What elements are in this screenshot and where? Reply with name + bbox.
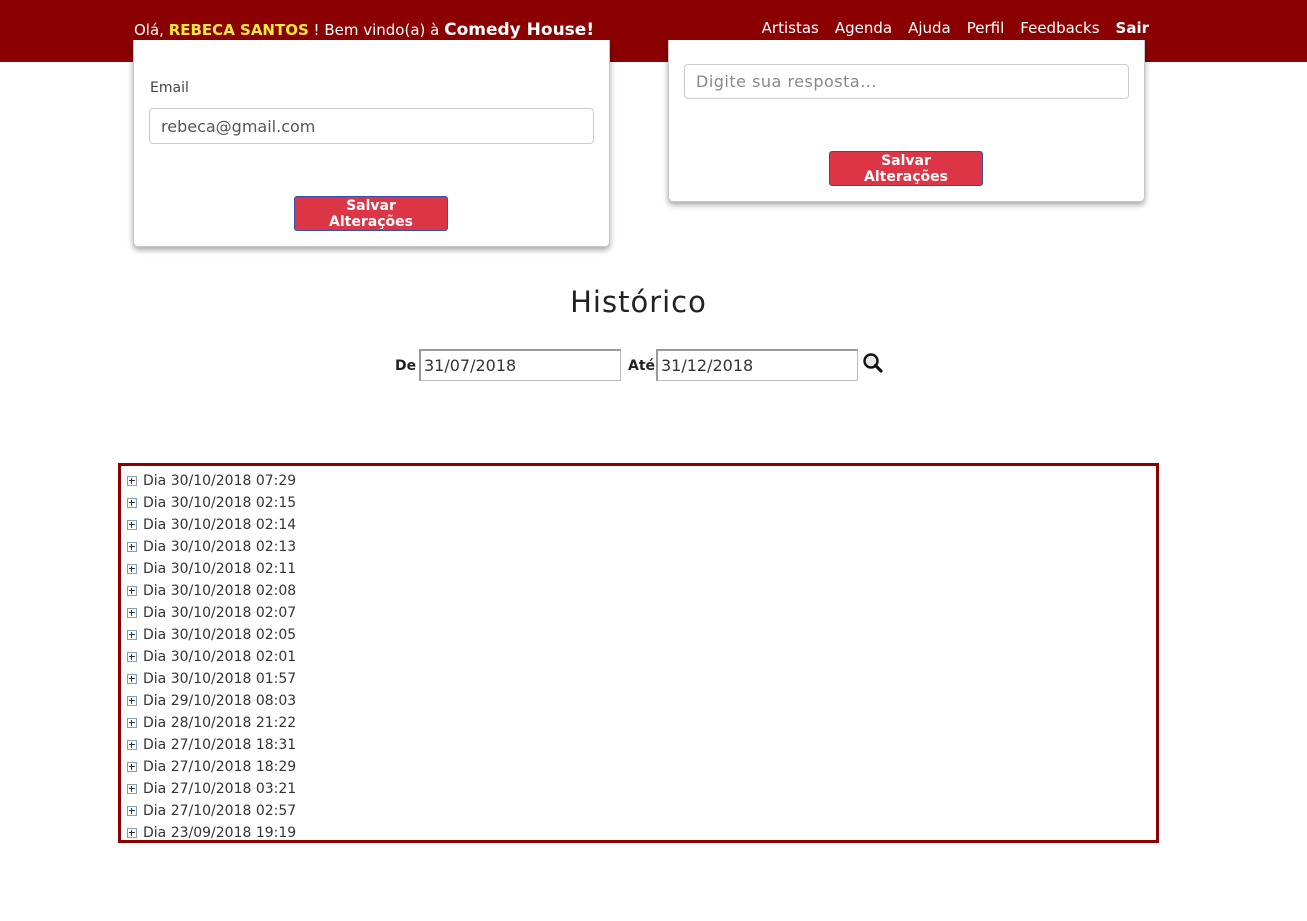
history-item[interactable]: Dia 28/10/2018 21:22 [127, 712, 1156, 734]
history-item-label: Dia 27/10/2018 02:57 [143, 803, 297, 819]
history-item-label: Dia 30/10/2018 02:07 [143, 605, 297, 621]
expand-icon[interactable] [127, 784, 137, 794]
from-label: De [395, 358, 417, 374]
history-item[interactable]: Dia 27/10/2018 02:57 [127, 800, 1156, 822]
email-field[interactable] [149, 108, 594, 144]
user-name: REBECA SANTOS [168, 21, 309, 39]
expand-icon[interactable] [127, 498, 137, 508]
history-item-label: Dia 30/10/2018 02:01 [143, 649, 297, 665]
answer-card: Salvar Alterações [668, 40, 1145, 202]
expand-icon[interactable] [127, 630, 137, 640]
history-item-label: Dia 27/10/2018 18:29 [143, 759, 297, 775]
history-item-label: Dia 30/10/2018 07:29 [143, 473, 297, 489]
expand-icon[interactable] [127, 542, 137, 552]
history-item[interactable]: Dia 27/10/2018 18:31 [127, 734, 1156, 756]
expand-icon[interactable] [127, 718, 137, 728]
save-answer-button[interactable]: Salvar Alterações [829, 151, 983, 186]
history-item[interactable]: Dia 30/10/2018 02:07 [127, 602, 1156, 624]
profile-card: Email Salvar Alterações [133, 40, 610, 247]
history-item[interactable]: Dia 23/09/2018 19:19 [127, 822, 1156, 844]
expand-icon[interactable] [127, 586, 137, 596]
history-item[interactable]: Dia 30/10/2018 02:05 [127, 624, 1156, 646]
expand-icon[interactable] [127, 608, 137, 618]
greeting-prefix: Olá, [134, 21, 169, 39]
from-date-input[interactable] [419, 349, 621, 381]
to-label: Até [628, 358, 656, 374]
history-item[interactable]: Dia 29/10/2018 08:03 [127, 690, 1156, 712]
expand-icon[interactable] [127, 696, 137, 706]
history-item-label: Dia 28/10/2018 21:22 [143, 715, 297, 731]
to-date-input[interactable] [656, 349, 858, 381]
history-item-label: Dia 27/10/2018 18:31 [143, 737, 297, 753]
expand-icon[interactable] [127, 476, 137, 486]
expand-icon[interactable] [127, 564, 137, 574]
expand-icon[interactable] [127, 674, 137, 684]
expand-icon[interactable] [127, 520, 137, 530]
history-item[interactable]: Dia 30/10/2018 02:01 [127, 646, 1156, 668]
expand-icon[interactable] [127, 740, 137, 750]
history-item-label: Dia 23/09/2018 19:19 [143, 825, 297, 841]
search-icon[interactable] [862, 352, 884, 374]
history-item[interactable]: Dia 30/10/2018 02:15 [127, 492, 1156, 514]
history-item-label: Dia 30/10/2018 02:14 [143, 517, 297, 533]
history-item[interactable]: Dia 30/10/2018 02:11 [127, 558, 1156, 580]
history-item-label: Dia 30/10/2018 02:13 [143, 539, 297, 555]
expand-icon[interactable] [127, 806, 137, 816]
brand-name: Comedy House! [444, 20, 595, 40]
expand-icon[interactable] [127, 652, 137, 662]
greeting: Olá, REBECA SANTOS ! Bem vindo(a) à Come… [134, 20, 594, 40]
greeting-middle: ! Bem vindo(a) à [308, 21, 445, 39]
history-list: Dia 30/10/2018 07:29 Dia 30/10/2018 02:1… [118, 463, 1159, 843]
email-label: Email [150, 80, 189, 96]
expand-icon[interactable] [127, 762, 137, 772]
history-item-label: Dia 30/10/2018 02:05 [143, 627, 297, 643]
history-item[interactable]: Dia 30/10/2018 02:14 [127, 514, 1156, 536]
history-item-label: Dia 29/10/2018 08:03 [143, 693, 297, 709]
history-item-label: Dia 30/10/2018 01:57 [143, 671, 297, 687]
history-item[interactable]: Dia 27/10/2018 18:29 [127, 756, 1156, 778]
history-item[interactable]: Dia 27/10/2018 03:21 [127, 778, 1156, 800]
history-item-label: Dia 27/10/2018 03:21 [143, 781, 297, 797]
expand-icon[interactable] [127, 828, 137, 838]
history-item-label: Dia 30/10/2018 02:08 [143, 583, 297, 599]
history-item[interactable]: Dia 30/10/2018 07:29 [127, 470, 1156, 492]
save-profile-button[interactable]: Salvar Alterações [294, 196, 448, 231]
answer-input[interactable] [684, 64, 1129, 99]
history-item[interactable]: Dia 30/10/2018 01:57 [127, 668, 1156, 690]
history-title: Histórico [570, 285, 707, 319]
history-item-label: Dia 30/10/2018 02:11 [143, 561, 297, 577]
history-item-label: Dia 30/10/2018 02:15 [143, 495, 297, 511]
history-item[interactable]: Dia 30/10/2018 02:08 [127, 580, 1156, 602]
history-item[interactable]: Dia 30/10/2018 02:13 [127, 536, 1156, 558]
